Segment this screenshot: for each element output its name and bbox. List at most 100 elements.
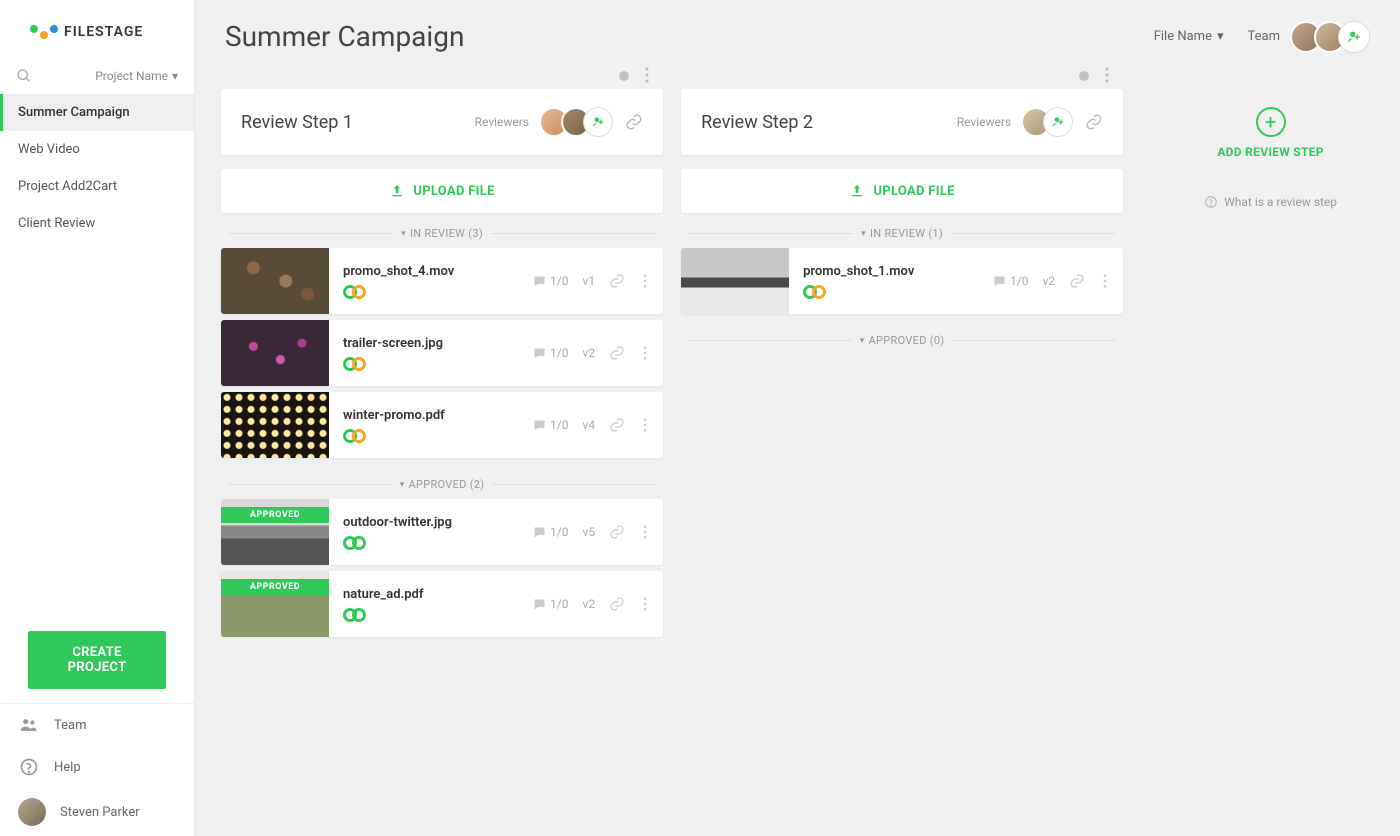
- team-label: Team: [1248, 29, 1281, 44]
- more-icon[interactable]: [639, 525, 651, 539]
- status-indicator: [343, 357, 518, 371]
- link-icon[interactable]: [609, 524, 625, 540]
- more-icon[interactable]: [1105, 67, 1109, 83]
- filename-dropdown[interactable]: File Name ▾: [1154, 29, 1224, 44]
- project-list: Summer Campaign Web Video Project Add2Ca…: [0, 94, 194, 617]
- more-icon[interactable]: [639, 597, 651, 611]
- link-icon[interactable]: [609, 273, 625, 289]
- file-card[interactable]: trailer-screen.jpg 1/0 v2: [221, 320, 663, 386]
- gear-icon[interactable]: [1075, 67, 1091, 83]
- main: Summer Campaign File Name ▾ Team: [195, 0, 1400, 836]
- logo: FILESTAGE: [0, 0, 194, 58]
- step-header: Review Step 2 Reviewers: [681, 89, 1123, 155]
- chevron-down-icon: ▾: [401, 229, 406, 239]
- file-version: v1: [583, 274, 596, 288]
- add-reviewer-button[interactable]: [1043, 107, 1073, 137]
- file-card[interactable]: winter-promo.pdf 1/0 v4: [221, 392, 663, 458]
- comment-count[interactable]: 1/0: [992, 274, 1028, 289]
- link-icon[interactable]: [609, 345, 625, 361]
- add-review-step-button[interactable]: +: [1256, 107, 1286, 137]
- add-review-step-label: ADD REVIEW STEP: [1141, 145, 1400, 159]
- section-divider[interactable]: ▾APPROVED (0): [681, 320, 1123, 355]
- upload-file-button[interactable]: UPLOAD FILE: [221, 169, 663, 213]
- add-review-step-column: + ADD REVIEW STEP What is a review step: [1141, 67, 1400, 836]
- link-icon[interactable]: [1069, 273, 1085, 289]
- file-card[interactable]: promo_shot_1.mov 1/0 v2: [681, 248, 1123, 314]
- sidebar: FILESTAGE Project Name ▾ Summer Campaign…: [0, 0, 195, 836]
- gear-icon[interactable]: [615, 67, 631, 83]
- link-icon[interactable]: [1085, 113, 1103, 131]
- upload-icon: [389, 183, 405, 199]
- status-indicator: [343, 536, 518, 550]
- more-icon[interactable]: [639, 274, 651, 288]
- add-team-member-button[interactable]: [1338, 21, 1370, 53]
- file-version: v2: [583, 346, 596, 360]
- project-name-dropdown[interactable]: Project Name ▾: [95, 69, 178, 83]
- sidebar-item-web-video[interactable]: Web Video: [0, 131, 194, 168]
- link-icon[interactable]: [609, 417, 625, 433]
- chevron-down-icon: ▾: [400, 480, 405, 490]
- sidebar-help-link[interactable]: Help: [0, 746, 194, 788]
- sidebar-item-client-review[interactable]: Client Review: [0, 205, 194, 242]
- file-card[interactable]: APPROVED outdoor-twitter.jpg 1/0 v5: [221, 499, 663, 565]
- link-icon[interactable]: [625, 113, 643, 131]
- status-indicator: [343, 608, 518, 622]
- status-indicator: [343, 429, 518, 443]
- comment-count[interactable]: 1/0: [532, 525, 568, 540]
- team-icon: [18, 714, 40, 736]
- file-name: promo_shot_1.mov: [803, 264, 978, 279]
- upload-file-button[interactable]: UPLOAD FILE: [681, 169, 1123, 213]
- comment-count[interactable]: 1/0: [532, 597, 568, 612]
- what-is-review-step-link[interactable]: What is a review step: [1204, 195, 1337, 209]
- file-name: winter-promo.pdf: [343, 408, 518, 423]
- file-thumbnail: [221, 320, 329, 386]
- more-icon[interactable]: [639, 346, 651, 360]
- search-icon[interactable]: [16, 68, 32, 84]
- brand-text: FILESTAGE: [64, 24, 143, 40]
- review-step-1: Review Step 1 Reviewers UPLOAD FILE ▾IN …: [221, 67, 663, 836]
- chevron-down-icon: ▾: [172, 69, 178, 83]
- file-version: v2: [1043, 274, 1056, 288]
- sidebar-user[interactable]: Steven Parker: [0, 788, 194, 836]
- add-reviewer-button[interactable]: [583, 107, 613, 137]
- chevron-down-icon: ▾: [861, 229, 866, 239]
- comment-count[interactable]: 1/0: [532, 418, 568, 433]
- reviewers-label: Reviewers: [475, 115, 529, 129]
- section-divider[interactable]: ▾IN REVIEW (1): [681, 213, 1123, 248]
- sidebar-item-add2cart[interactable]: Project Add2Cart: [0, 168, 194, 205]
- file-version: v4: [583, 418, 596, 432]
- status-indicator: [343, 285, 518, 299]
- topbar: Summer Campaign File Name ▾ Team: [195, 0, 1400, 67]
- more-icon[interactable]: [1099, 274, 1111, 288]
- file-name: trailer-screen.jpg: [343, 336, 518, 351]
- sidebar-team-link[interactable]: Team: [0, 704, 194, 746]
- team-avatars: [1290, 21, 1370, 53]
- step-title: Review Step 1: [241, 112, 475, 133]
- user-avatar: [18, 798, 46, 826]
- more-icon[interactable]: [645, 67, 649, 83]
- status-indicator: [803, 285, 978, 299]
- file-thumbnail: [681, 248, 789, 314]
- file-thumbnail: APPROVED: [221, 499, 329, 565]
- step-title: Review Step 2: [701, 112, 957, 133]
- review-steps: Review Step 1 Reviewers UPLOAD FILE ▾IN …: [195, 67, 1400, 836]
- step-header: Review Step 1 Reviewers: [221, 89, 663, 155]
- file-card[interactable]: APPROVED nature_ad.pdf 1/0 v2: [221, 571, 663, 637]
- section-divider[interactable]: ▾APPROVED (2): [221, 464, 663, 499]
- create-project-button[interactable]: CREATE PROJECT: [28, 631, 166, 689]
- file-thumbnail: APPROVED: [221, 571, 329, 637]
- section-divider[interactable]: ▾IN REVIEW (3): [221, 213, 663, 248]
- help-icon: [18, 756, 40, 778]
- more-icon[interactable]: [639, 418, 651, 432]
- file-name: nature_ad.pdf: [343, 587, 518, 602]
- sidebar-item-summer-campaign[interactable]: Summer Campaign: [0, 94, 194, 131]
- chevron-down-icon: ▾: [860, 336, 865, 346]
- file-thumbnail: [221, 392, 329, 458]
- chevron-down-icon: ▾: [1217, 29, 1224, 44]
- comment-count[interactable]: 1/0: [532, 274, 568, 289]
- file-name: outdoor-twitter.jpg: [343, 515, 518, 530]
- link-icon[interactable]: [609, 596, 625, 612]
- file-card[interactable]: promo_shot_4.mov 1/0 v1: [221, 248, 663, 314]
- comment-count[interactable]: 1/0: [532, 346, 568, 361]
- help-icon: [1204, 195, 1218, 209]
